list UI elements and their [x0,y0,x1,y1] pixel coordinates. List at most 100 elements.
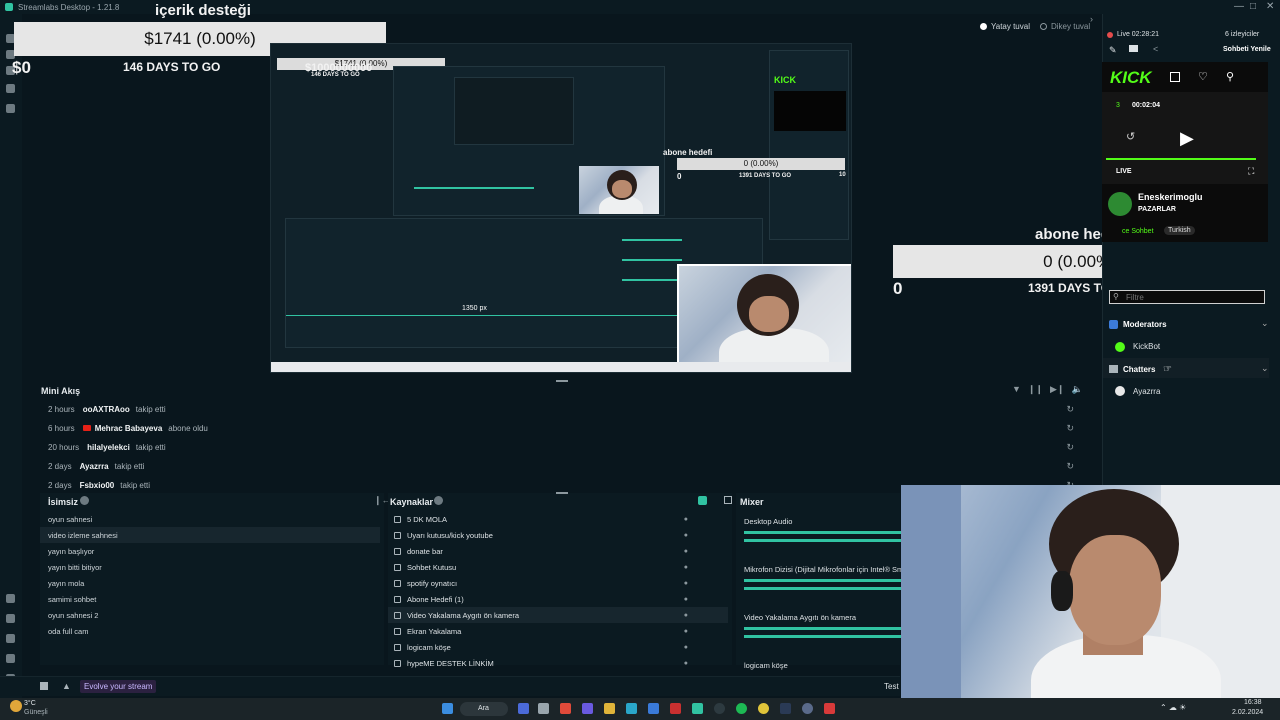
lock-icon[interactable]: ● [684,612,688,619]
copilot-icon[interactable] [518,703,529,714]
event-user[interactable]: hilalyelekci [87,443,130,452]
vertical-canvas-toggle[interactable]: Dikey tuval [1040,22,1090,31]
rewind-icon[interactable]: ↺ [1126,130,1135,143]
app-icon[interactable] [802,703,813,714]
mixer-volume-bar[interactable] [744,579,904,582]
moderator-kickbot[interactable]: KickBot [1133,342,1160,351]
alert-icon[interactable] [6,614,15,623]
folder-icon[interactable] [1129,45,1138,52]
chatter-ayazrra[interactable]: Ayazrra [1133,387,1160,396]
nested-camera-selected[interactable] [677,264,851,368]
alert-status-icon[interactable]: ▲ [62,681,71,691]
scene-item[interactable]: samimi sohbet [48,591,96,607]
source-item[interactable]: 5 DK MOLA ● [388,511,728,527]
lock-icon[interactable]: ● [684,580,688,587]
kick-progress-bar[interactable] [1106,158,1256,160]
kick-logo[interactable]: KICK [1110,68,1152,88]
file-explorer-icon[interactable] [604,703,615,714]
source-item[interactable]: Video Yakalama Aygıtı ön kamera ● [388,607,728,623]
chatters-chevron-icon[interactable]: ⌄ [1261,363,1269,374]
studio-mode-icon[interactable] [698,496,707,505]
refresh-chat-button[interactable]: Sohbeti Yenile [1223,46,1271,53]
task-view-icon[interactable] [538,703,549,714]
mixer-volume-bar[interactable] [744,531,904,534]
mixer-toggle-icon[interactable] [724,496,732,504]
event-user[interactable]: Fsbxio00 [80,481,115,490]
mixer-volume-bar[interactable] [744,587,904,590]
scene-item[interactable]: video izleme sahnesi [40,527,380,543]
evolve-stream-link[interactable]: Evolve your stream [80,680,157,693]
lock-icon[interactable]: ● [684,644,688,651]
source-item[interactable]: donate bar ● [388,543,728,559]
minimize-icon[interactable]: — [1234,1,1244,12]
fullscreen-icon[interactable]: ⛶ [1248,166,1254,177]
kick-heart-icon[interactable]: ♡ [1198,70,1208,83]
replay-icon[interactable]: ↻ [1066,404,1074,415]
source-item[interactable]: hypeME DESTEK LİNKİM ● [388,655,728,671]
lock-icon[interactable]: ● [684,660,688,667]
kick-player[interactable]: 3 00:02:04 ▶ ↺ LIVE ⛶ [1102,92,1268,184]
teams-icon[interactable] [582,703,593,714]
resize-handle[interactable] [556,380,568,382]
scene-item[interactable]: yayın mola [48,575,84,591]
settings-icon[interactable] [6,654,15,663]
pause-icon[interactable]: ❙❙ [1028,384,1043,395]
channel-name[interactable]: Eneskerimoglu [1138,192,1203,202]
windows-start-icon[interactable] [442,703,453,714]
test-button[interactable]: Test [884,682,899,691]
mcafee-icon[interactable] [670,703,681,714]
mixer-volume-bar[interactable] [744,539,904,542]
app-red-icon[interactable] [560,703,571,714]
youtube-app-icon[interactable] [824,703,835,714]
scene-item[interactable]: oyun sahnesi 2 [48,607,98,623]
mixer-volume-bar[interactable] [744,627,904,630]
scene-item[interactable]: yayın bitti bitiyor [48,559,102,575]
edit-icon[interactable]: ✎ [1109,45,1117,56]
obs-icon[interactable] [714,703,725,714]
scene-item[interactable]: yayın başlıyor [48,543,94,559]
edge-icon[interactable] [626,703,637,714]
lock-icon[interactable]: ● [684,628,688,635]
store-icon[interactable] [648,703,659,714]
lock-icon[interactable]: ● [684,564,688,571]
dock-resize-handle[interactable] [556,492,568,494]
streamlabs-taskbar-icon[interactable] [692,703,703,714]
discord-icon[interactable] [6,594,15,603]
kick-browse-icon[interactable] [1170,72,1180,82]
replay-icon[interactable]: ↻ [1066,423,1074,434]
event-user[interactable]: Mehrac Babayeva [95,424,163,433]
source-item[interactable]: Uyarı kutusu/kick youtube ● [388,527,728,543]
play-icon[interactable]: ▶ [1180,128,1194,149]
scene-item[interactable]: oyun sahnesi [48,511,92,527]
replay-icon[interactable]: ↻ [1066,461,1074,472]
chatters-filter-input[interactable] [1109,290,1265,304]
taskbar-search[interactable]: Ara [460,702,508,716]
source-item[interactable]: Abone Hedefi (1) ● [388,591,728,607]
maximize-icon[interactable]: □ [1250,1,1256,12]
add-source-icon[interactable] [434,496,443,505]
help-icon[interactable] [6,634,15,643]
source-item[interactable]: Sohbet Kutusu ● [388,559,728,575]
apps-icon[interactable] [6,84,15,93]
system-tray-icons[interactable]: ⌃ ☁ ☀ [1160,703,1186,712]
kick-search-icon[interactable]: ⚲ [1226,70,1234,83]
scene-item[interactable]: oda full cam [48,623,88,639]
replay-icon[interactable]: ↻ [1066,442,1074,453]
filter-icon[interactable]: ▼ [1012,384,1021,395]
source-item[interactable]: spotify oynatıcı ● [388,575,728,591]
lock-icon[interactable]: ● [684,532,688,539]
close-icon[interactable]: ✕ [1266,1,1274,12]
mixer-volume-bar[interactable] [744,635,904,638]
lock-icon[interactable]: ● [684,596,688,603]
horizontal-canvas-toggle[interactable]: Yatay tuval [980,22,1030,31]
lock-icon[interactable]: ● [684,548,688,555]
share-icon[interactable]: < [1153,44,1158,54]
event-user[interactable]: Ayazrra [80,462,109,471]
preview-canvas[interactable]: $1741 (0.00%) $1000000000 146 DAYS TO GO… [270,43,852,373]
skip-icon[interactable]: ▶❙ [1050,384,1064,395]
event-user[interactable]: ooAXTRAoo [83,405,130,414]
moderators-chevron-icon[interactable]: ⌄ [1261,318,1269,329]
source-item[interactable]: Ekran Yakalama ● [388,623,728,639]
language-tag[interactable]: Turkish [1164,226,1195,235]
add-scene-icon[interactable] [80,496,89,505]
